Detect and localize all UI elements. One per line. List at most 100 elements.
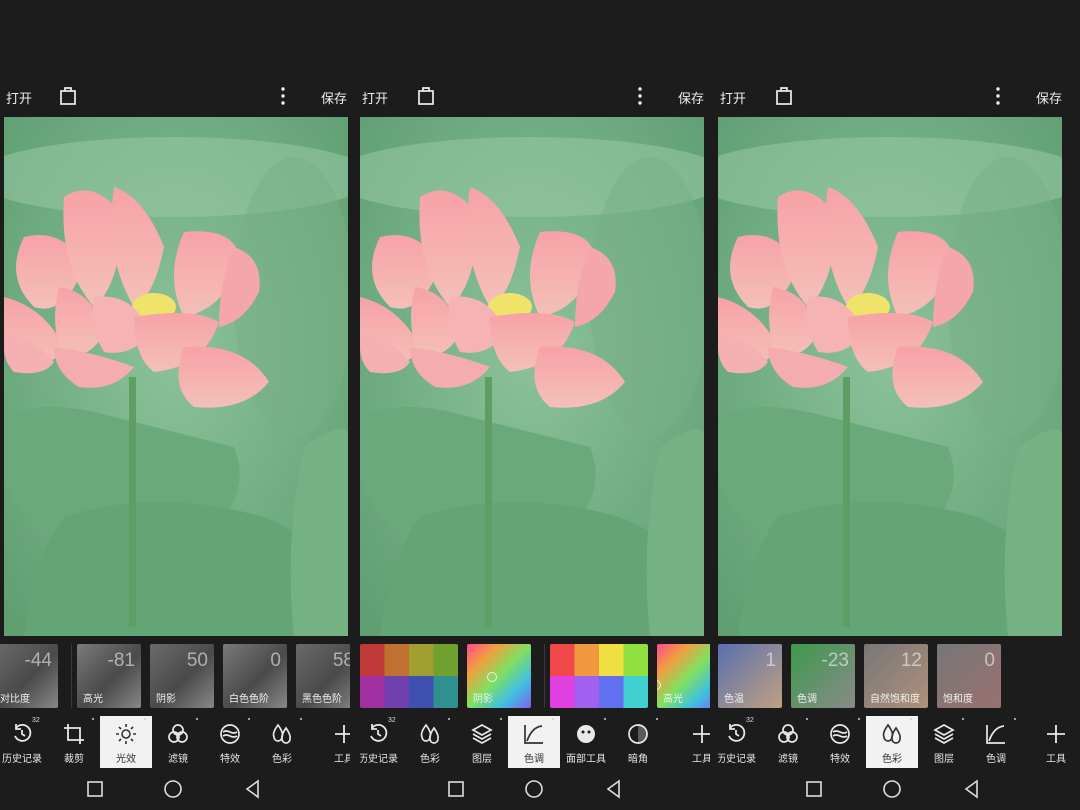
bag-icon[interactable] <box>773 84 795 106</box>
open-button[interactable]: 打开 <box>720 88 746 107</box>
tool-crop[interactable]: 裁剪 <box>48 716 100 768</box>
more-options-icon[interactable] <box>994 85 1002 107</box>
filter-icon <box>776 722 800 746</box>
tool-bar: 历史记录 32 裁剪 光效 滤镜 特效色彩 工具 <box>0 716 350 768</box>
editor-panel-2: 打开 保存 阴影 高光 历史记录 32 色彩 图层 色调 面部工具 暗角 工具 <box>360 0 710 810</box>
adjustment-tile[interactable]: 高光 <box>657 644 710 708</box>
tool-layers[interactable]: 图层 <box>918 716 970 768</box>
tool-color[interactable]: 色彩 <box>256 716 308 768</box>
tool-label: 工具 <box>692 754 710 765</box>
plus-icon <box>332 722 350 746</box>
history-count-badge: 32 <box>388 717 396 724</box>
tool-plus[interactable]: 工具 <box>676 716 710 768</box>
history-count-badge: 32 <box>32 717 40 724</box>
gradient-handle[interactable] <box>487 672 497 682</box>
adjustment-label: 阴影 <box>473 694 493 705</box>
adjustment-tile[interactable]: 0 白色色阶 <box>223 644 287 708</box>
nav-back-icon[interactable] <box>242 778 264 800</box>
adjustment-label: 对比度 <box>0 694 30 705</box>
curves-icon <box>984 722 1008 746</box>
adjustment-value: 50 <box>186 650 208 671</box>
adjustment-value: -81 <box>107 650 135 671</box>
new-indicator-dot <box>910 718 912 720</box>
nav-recents-icon[interactable] <box>803 778 825 800</box>
adjustment-tile[interactable]: -23 色调 <box>791 644 855 708</box>
nav-home-icon[interactable] <box>162 778 184 800</box>
adjustment-tile[interactable]: 58 黑色色阶 <box>296 644 350 708</box>
adjustment-strip: 1 色温 -23 色调 12 自然饱和度 0 饱和度 <box>718 644 1080 708</box>
tool-effects[interactable]: 特效 <box>204 716 256 768</box>
adjustment-tile[interactable]: 1 色温 <box>718 644 782 708</box>
photo-canvas[interactable] <box>718 117 1062 636</box>
adjustment-value: 0 <box>270 650 281 671</box>
history-icon <box>366 722 390 746</box>
save-button[interactable]: 保存 <box>678 88 704 107</box>
bag-icon[interactable] <box>57 84 79 106</box>
tool-curves[interactable]: 色调 <box>508 716 560 768</box>
nav-recents-icon[interactable] <box>84 778 106 800</box>
new-indicator-dot <box>144 718 146 720</box>
adjustment-label: 高光 <box>83 694 103 705</box>
layers-icon <box>470 722 494 746</box>
adjustment-tile[interactable]: 12 自然饱和度 <box>864 644 928 708</box>
new-indicator-dot <box>858 718 860 720</box>
new-indicator-dot <box>92 718 94 720</box>
tool-color[interactable]: 色彩 <box>404 716 456 768</box>
nav-recents-icon[interactable] <box>445 778 467 800</box>
vignette-icon <box>626 722 650 746</box>
color-icon <box>270 722 294 746</box>
open-button[interactable]: 打开 <box>6 88 32 107</box>
tool-label: 工具 <box>334 754 350 765</box>
adjustment-tile[interactable]: 阴影 <box>467 644 531 708</box>
plus-icon <box>1044 722 1068 746</box>
nav-back-icon[interactable] <box>961 778 983 800</box>
adjustment-value: -44 <box>24 650 52 671</box>
adjustment-label: 自然饱和度 <box>870 694 920 705</box>
new-indicator-dot <box>448 718 450 720</box>
tool-effects[interactable]: 特效 <box>814 716 866 768</box>
tool-vignette[interactable]: 暗角 <box>612 716 664 768</box>
nav-back-icon[interactable] <box>603 778 625 800</box>
lotus-photo <box>4 117 348 636</box>
tool-color[interactable]: 色彩 <box>866 716 918 768</box>
effects-icon <box>218 722 242 746</box>
more-options-icon[interactable] <box>279 85 287 107</box>
adjustment-label: 白色色阶 <box>229 694 269 705</box>
adjustment-strip: -44 对比度 -81 高光 50 阴影 0 白色色阶 58 黑色色阶 <box>0 644 350 708</box>
nav-home-icon[interactable] <box>881 778 903 800</box>
layers-icon <box>932 722 956 746</box>
bag-icon[interactable] <box>415 84 437 106</box>
tool-face[interactable]: 面部工具 <box>560 716 612 768</box>
tool-label: 色调 <box>986 754 1006 765</box>
tool-light[interactable]: 光效 <box>100 716 152 768</box>
gradient-handle[interactable] <box>657 680 661 690</box>
open-button[interactable]: 打开 <box>362 88 388 107</box>
adjustment-tile[interactable]: -81 高光 <box>77 644 141 708</box>
lotus-photo <box>360 117 704 636</box>
tool-history[interactable]: 历史记录 32 <box>0 716 48 768</box>
tool-label: 暗角 <box>628 754 648 765</box>
nav-home-icon[interactable] <box>523 778 545 800</box>
history-count-badge: 32 <box>746 717 754 724</box>
save-button[interactable]: 保存 <box>1036 88 1062 107</box>
more-options-icon[interactable] <box>636 85 644 107</box>
tool-label: 工具 <box>1046 754 1066 765</box>
tool-filter[interactable]: 滤镜 <box>762 716 814 768</box>
new-indicator-dot <box>962 718 964 720</box>
save-button[interactable]: 保存 <box>321 88 347 107</box>
system-nav-bar <box>360 772 710 808</box>
adjustment-tile[interactable] <box>360 644 458 708</box>
adjustment-tile[interactable]: 50 阴影 <box>150 644 214 708</box>
tool-curves[interactable]: 色调 <box>970 716 1022 768</box>
adjustment-tile[interactable]: 0 饱和度 <box>937 644 1001 708</box>
tool-filter[interactable]: 滤镜 <box>152 716 204 768</box>
adjustment-tile[interactable]: -44 对比度 <box>0 644 58 708</box>
top-bar: 打开 保存 <box>360 82 710 110</box>
tool-layers[interactable]: 图层 <box>456 716 508 768</box>
tool-label: 色彩 <box>272 754 292 765</box>
tool-plus[interactable]: 工具 <box>1030 716 1080 768</box>
photo-canvas[interactable] <box>360 117 704 636</box>
adjustment-tile[interactable] <box>550 644 648 708</box>
photo-canvas[interactable] <box>4 117 348 636</box>
tool-plus[interactable]: 工具 <box>318 716 350 768</box>
